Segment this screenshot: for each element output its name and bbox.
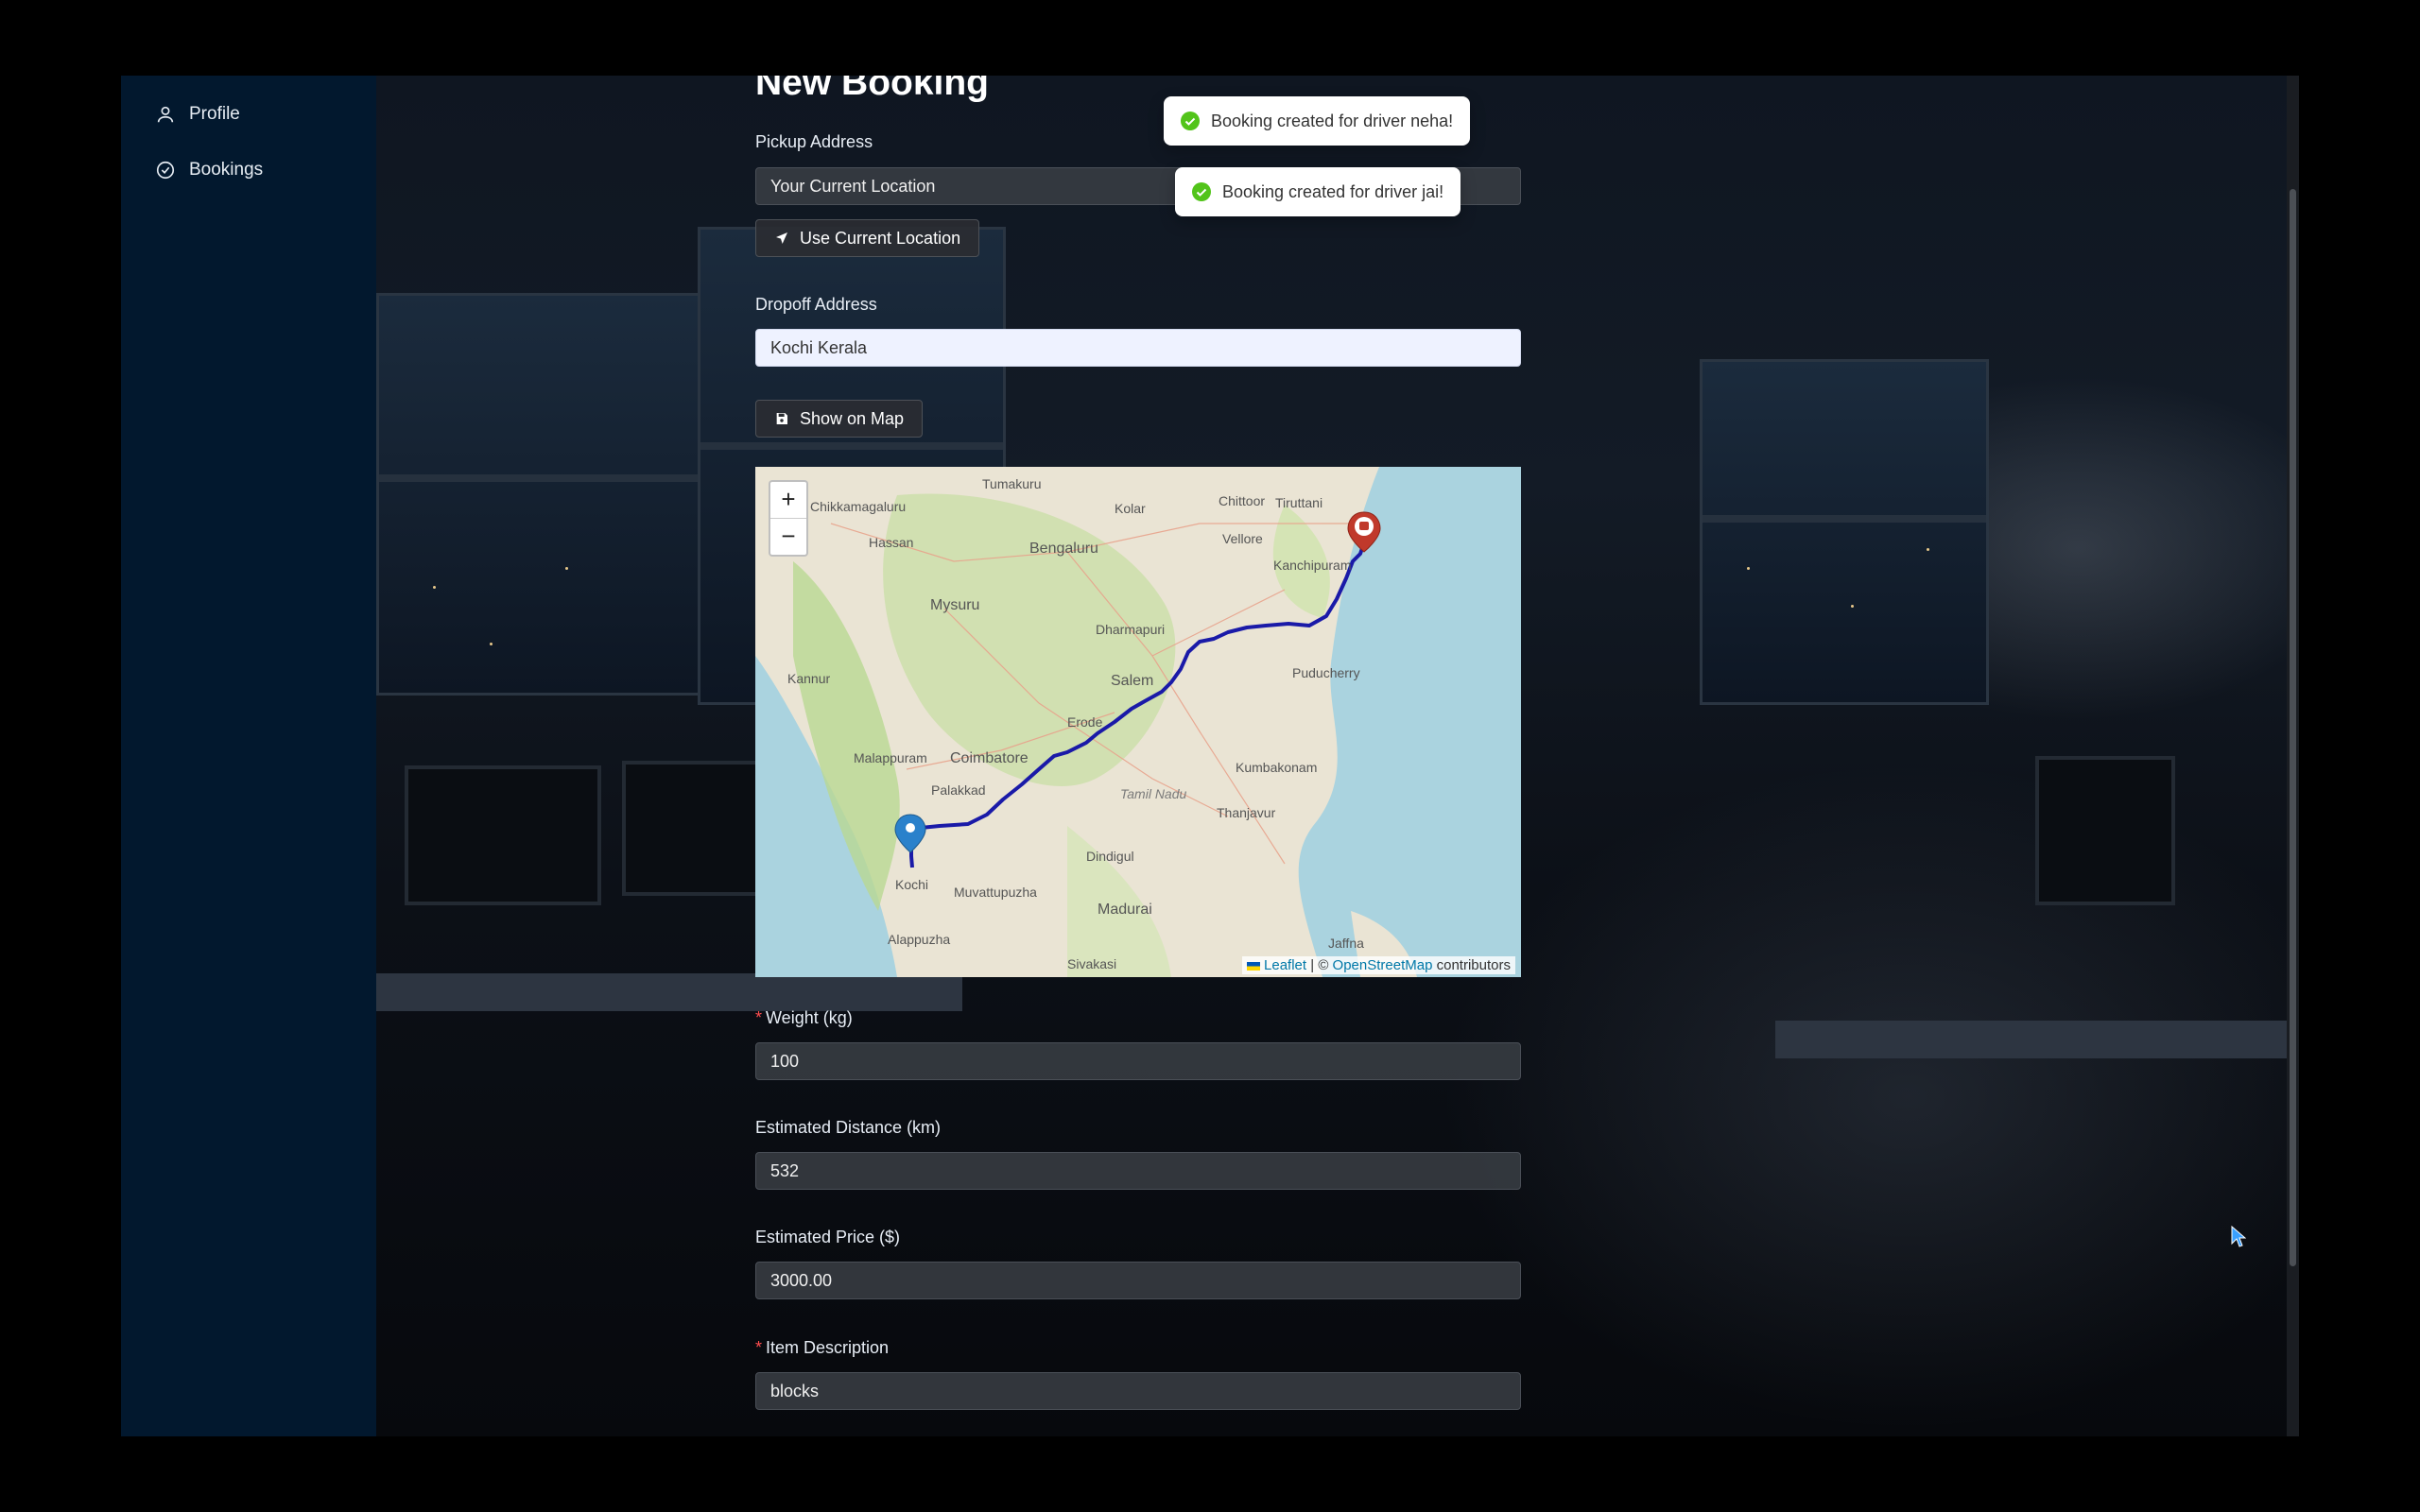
- map-place-label: Kochi: [895, 877, 929, 892]
- distance-label: Estimated Distance (km): [755, 1118, 942, 1137]
- use-current-location-label: Use Current Location: [800, 228, 961, 248]
- required-asterisk: *: [755, 1338, 763, 1357]
- route-map[interactable]: Tumakuru Kolar Chittoor Tiruttani Chikka…: [755, 467, 1521, 977]
- description-label: * Item Description: [755, 1338, 889, 1358]
- app-window: Profile Bookings New Booking Pickup Addr: [121, 76, 2299, 1436]
- map-place-label: Kannur: [787, 671, 831, 686]
- sidebar-item-profile[interactable]: Profile: [155, 104, 240, 125]
- map-place-label: Kolar: [1115, 501, 1146, 516]
- map-place-label: Bengaluru: [1029, 541, 1098, 557]
- toast-notification: Booking created for driver neha!: [1164, 96, 1471, 146]
- weight-label-text: Weight (kg): [766, 1008, 853, 1027]
- page-title: New Booking: [755, 76, 990, 103]
- map-place-label: Salem: [1111, 673, 1154, 689]
- user-icon: [157, 106, 174, 123]
- success-check-icon: [1181, 112, 1200, 130]
- main-area: New Booking Pickup Address Use Current L…: [376, 76, 2299, 1436]
- toast-notification: Booking created for driver jai!: [1175, 167, 1461, 216]
- sidebar: Profile Bookings: [121, 76, 376, 1436]
- description-input[interactable]: [755, 1372, 1521, 1410]
- map-place-label: Jaffna: [1328, 936, 1364, 951]
- map-place-label: Mysuru: [930, 597, 980, 613]
- price-label: Estimated Price ($): [755, 1228, 901, 1246]
- weight-label: * Weight (kg): [755, 1008, 853, 1028]
- leaflet-link[interactable]: Leaflet: [1264, 957, 1306, 973]
- price-input[interactable]: [755, 1262, 1521, 1299]
- map-place-label: Kumbakonam: [1236, 760, 1318, 775]
- map-place-label: Tamil Nadu: [1120, 786, 1187, 801]
- map-place-label: Coimbatore: [950, 750, 1028, 766]
- dropoff-input[interactable]: [755, 329, 1521, 367]
- toast-message: Booking created for driver jai!: [1222, 181, 1444, 201]
- description-label-text: Item Description: [766, 1338, 890, 1357]
- map-place-label: Puducherry: [1292, 665, 1360, 680]
- attribution-separator: | ©: [1310, 957, 1329, 973]
- map-place-label: Chittoor: [1219, 493, 1266, 508]
- scrollbar[interactable]: [2287, 76, 2299, 1436]
- use-current-location-button[interactable]: Use Current Location: [755, 219, 980, 257]
- zoom-in-button[interactable]: +: [770, 482, 806, 519]
- map-place-label: Dindigul: [1086, 849, 1134, 864]
- map-place-label: Erode: [1067, 714, 1103, 730]
- map-place-label: Alappuzha: [888, 932, 951, 947]
- map-place-label: Chikkamagaluru: [810, 499, 907, 514]
- map-place-label: Muvattupuzha: [954, 885, 1037, 900]
- zoom-out-button[interactable]: −: [770, 519, 806, 555]
- show-on-map-label: Show on Map: [800, 408, 905, 428]
- map-place-label: Madurai: [1098, 902, 1152, 918]
- map-place-label: Tumakuru: [982, 476, 1042, 491]
- location-arrow-icon: [776, 232, 787, 244]
- map-place-label: Kanchipuram: [1273, 558, 1352, 573]
- map-place-label: Malappuram: [854, 750, 927, 765]
- map-attribution: Leaflet | © OpenStreetMap contributors: [1241, 956, 1515, 974]
- sidebar-item-label: Profile: [189, 104, 240, 124]
- toast-message: Booking created for driver neha!: [1211, 111, 1454, 130]
- pickup-label: Pickup Address: [755, 132, 873, 151]
- save-icon: [776, 413, 787, 424]
- check-circle-icon: [156, 161, 175, 180]
- success-check-icon: [1192, 182, 1211, 201]
- map-place-label: Tiruttani: [1275, 495, 1323, 510]
- required-asterisk: *: [755, 1008, 763, 1027]
- ukraine-flag-icon: [1246, 961, 1260, 971]
- map-place-label: Palakkad: [931, 782, 986, 798]
- scrollbar-thumb[interactable]: [2290, 189, 2296, 1266]
- distance-input[interactable]: [755, 1152, 1521, 1190]
- sidebar-item-bookings[interactable]: Bookings: [155, 160, 263, 180]
- map-place-label: Dharmapuri: [1096, 622, 1166, 637]
- openstreetmap-link[interactable]: OpenStreetMap: [1333, 957, 1433, 973]
- map-zoom-control: + −: [769, 480, 808, 557]
- sidebar-item-label: Bookings: [189, 160, 264, 180]
- map-place-label: Thanjavur: [1217, 805, 1276, 820]
- show-on-map-button[interactable]: Show on Map: [755, 400, 924, 438]
- map-place-label: Sivakasi: [1067, 956, 1117, 971]
- mouse-cursor-icon: [2231, 1226, 2246, 1247]
- attribution-contributors: contributors: [1436, 957, 1511, 973]
- weight-input[interactable]: [755, 1042, 1521, 1080]
- map-place-label: Hassan: [869, 535, 914, 550]
- dropoff-label: Dropoff Address: [755, 295, 877, 314]
- map-place-label: Vellore: [1222, 531, 1263, 546]
